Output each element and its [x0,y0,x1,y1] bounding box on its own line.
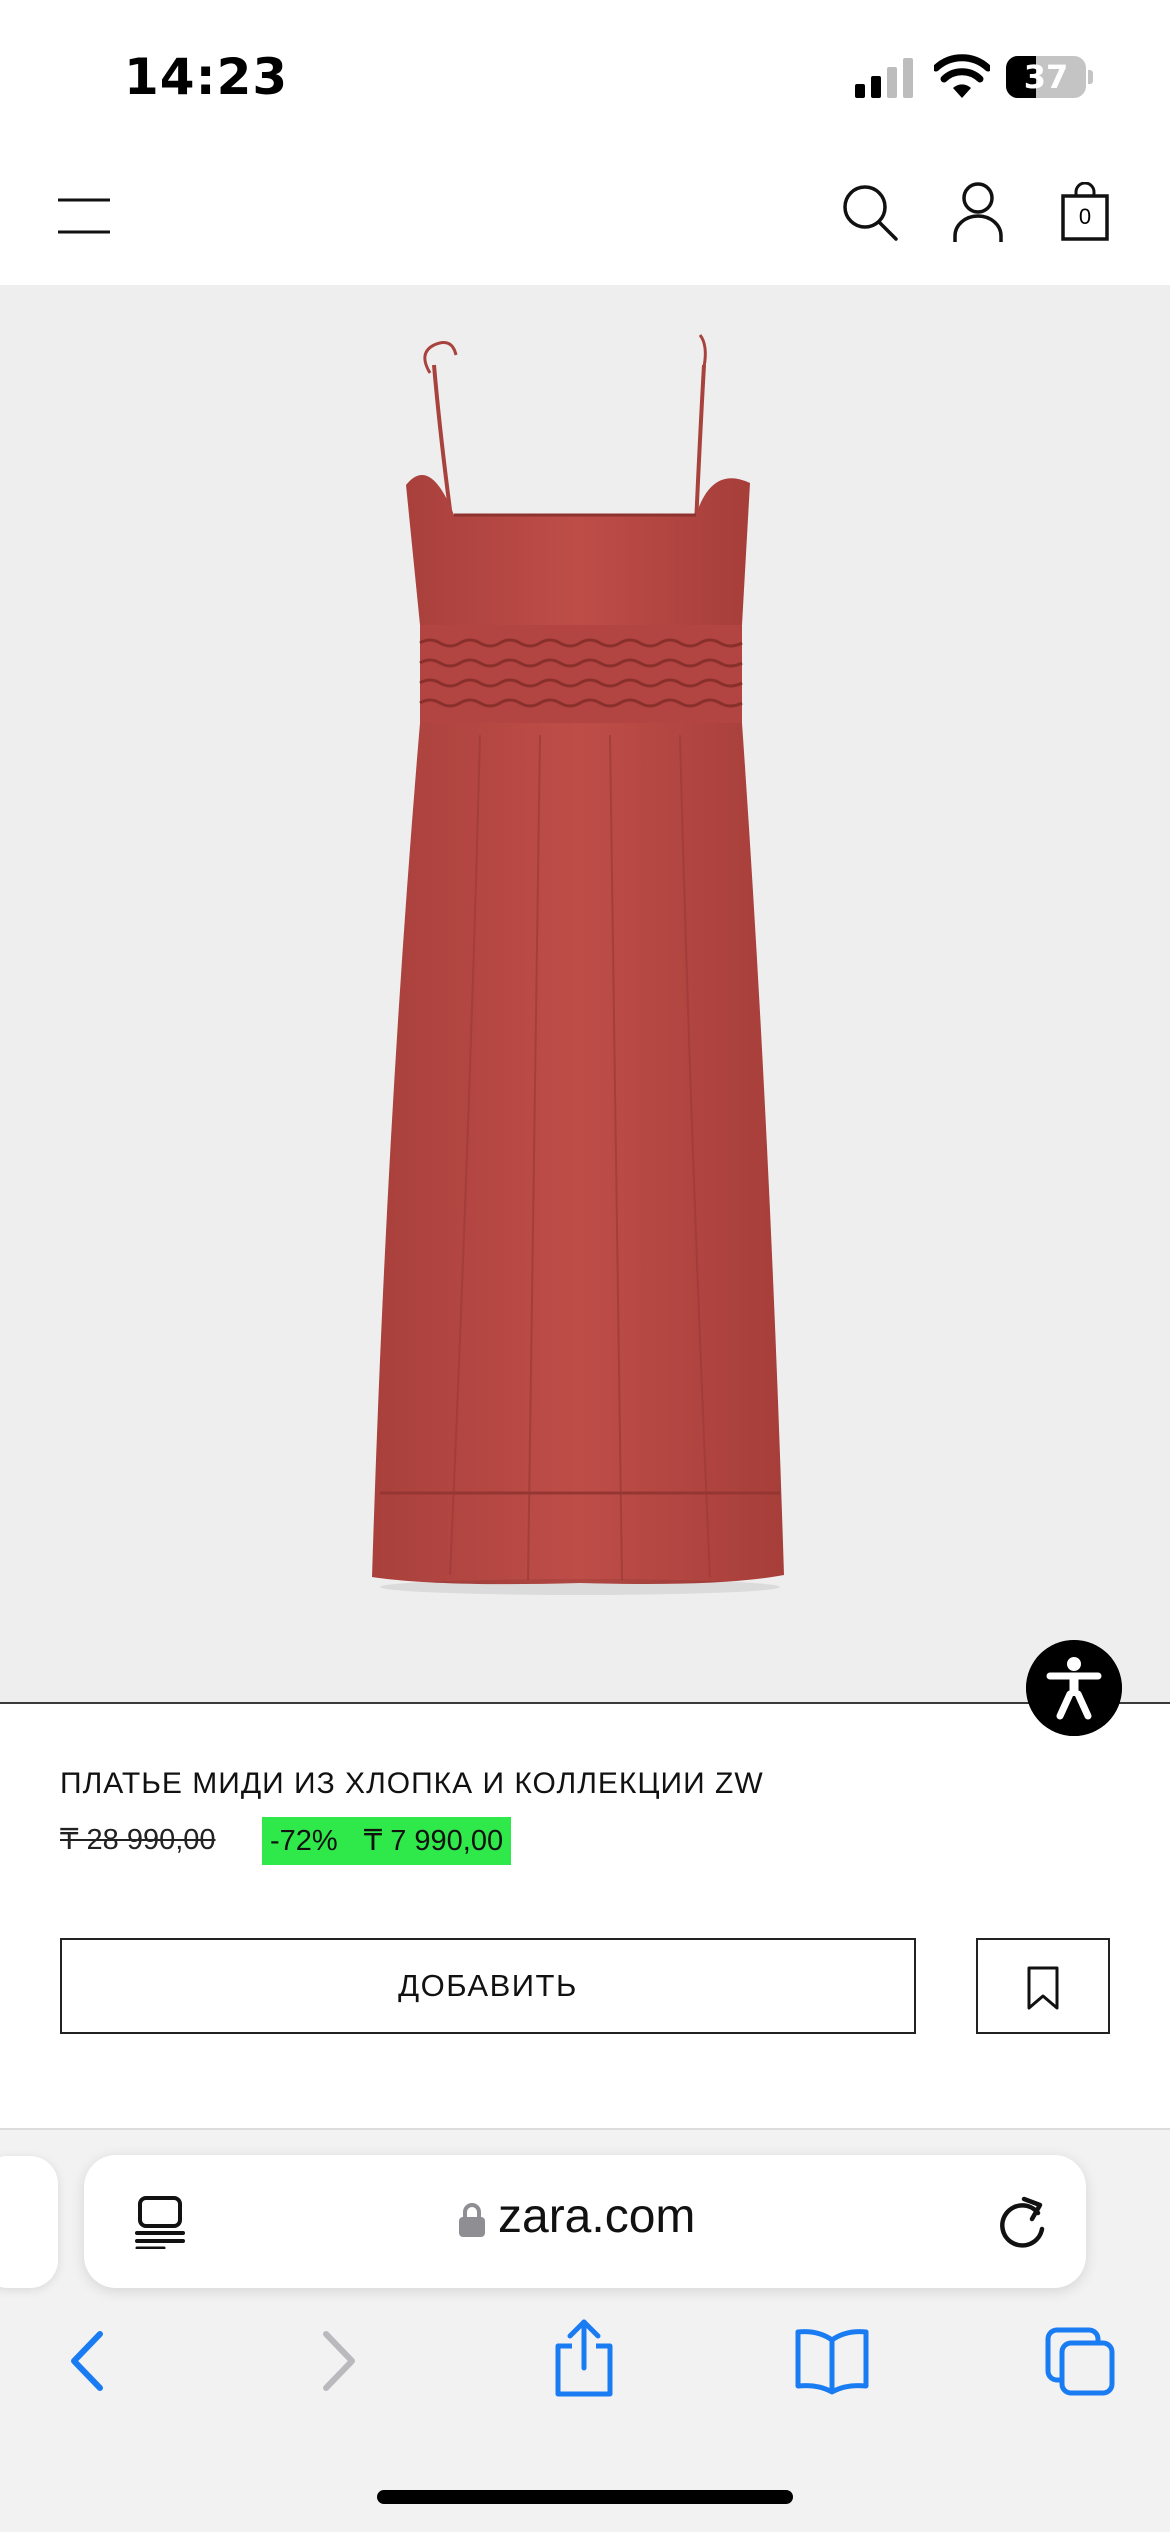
url-text: zara.com [498,2190,696,2243]
battery-percentage: 37 [1023,58,1069,96]
product-image[interactable] [0,285,1170,1736]
status-time: 14:23 [124,48,289,106]
cellular-signal-icon [855,58,913,98]
accessibility-icon[interactable] [1026,1640,1122,1736]
battery-icon: 37 [1006,56,1093,98]
bag-count: 0 [1078,204,1092,229]
menu-icon[interactable] [56,188,112,244]
reload-icon[interactable] [994,2191,1050,2253]
old-price: ₸ 28 990,00 [60,1824,216,1856]
bookmark-icon [1027,1966,1059,2010]
new-price: ₸ 7 990,00 [363,1825,504,1857]
reader-icon[interactable] [134,2195,186,2249]
back-icon[interactable] [62,2326,112,2396]
sale-price-badge: -72% ₸ 7 990,00 [262,1817,512,1865]
status-bar: 14:23 37 [0,0,1170,150]
share-icon[interactable] [552,2318,616,2398]
lock-icon [459,2203,485,2237]
bookmarks-icon[interactable] [794,2326,870,2396]
home-indicator[interactable] [377,2490,793,2504]
address-bar[interactable]: zara.com [84,2155,1086,2288]
search-icon[interactable] [840,180,900,244]
tabs-icon[interactable] [1044,2326,1116,2396]
account-icon[interactable] [952,180,1004,244]
previous-tab-preview[interactable] [0,2156,58,2288]
site-header: 0 [0,150,1170,285]
wifi-icon [934,54,990,98]
save-to-favorites-button[interactable] [976,1938,1110,2034]
add-to-bag-button[interactable]: ДОБАВИТЬ [60,1938,916,2034]
forward-icon[interactable] [314,2326,364,2396]
dress-illustration [372,334,784,1595]
discount-percent: -72% [270,1825,338,1857]
product-title: ПЛАТЬЕ МИДИ ИЗ ХЛОПКА И КОЛЛЕКЦИИ ZW [60,1767,764,1800]
